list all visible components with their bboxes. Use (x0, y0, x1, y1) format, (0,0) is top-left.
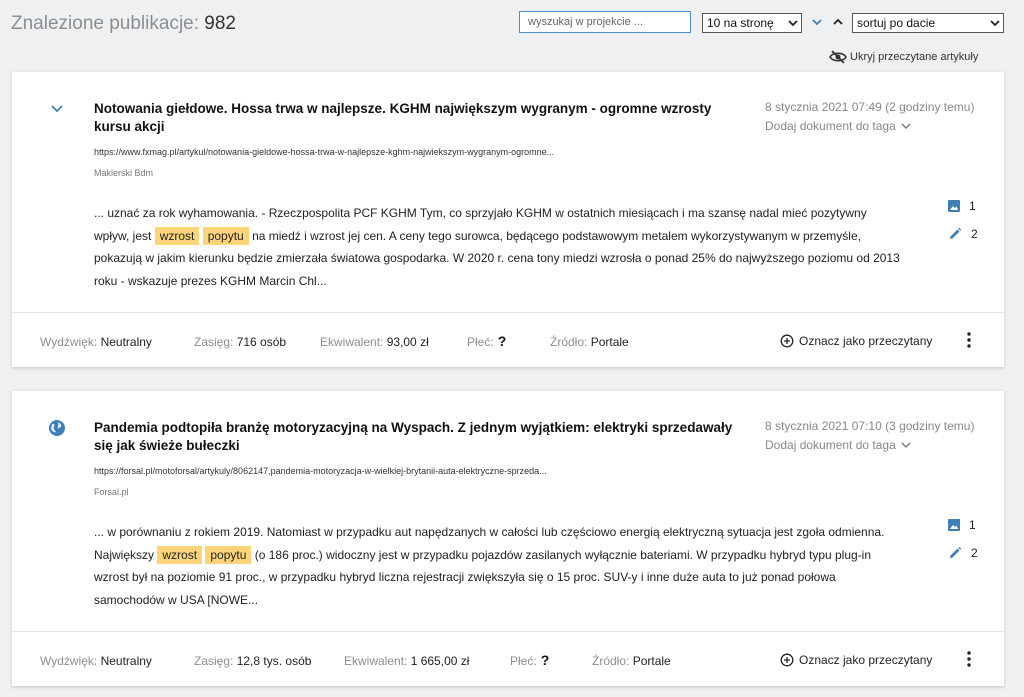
plus-circle-icon (780, 334, 794, 348)
sort-value: sortuj po dacie (857, 16, 936, 30)
source-type: Źródło: Portale (592, 654, 671, 668)
chevron-down-icon (901, 123, 911, 129)
eye-off-icon (829, 50, 847, 64)
images-count[interactable]: 1 (948, 518, 976, 532)
image-icon (948, 200, 960, 212)
add-to-tag-label: Dodaj dokument do taga (765, 119, 896, 133)
gender-label: Płeć: (467, 335, 494, 349)
pen-icon (950, 227, 962, 239)
notes-count-value: 2 (971, 546, 978, 560)
gender: Płeć:? (467, 333, 506, 349)
hide-read-label: Ukryj przeczytane artykuły (850, 51, 979, 63)
card-footer: Wydźwięk: Neutralny Zasięg: 12,8 tys. os… (12, 632, 1004, 686)
per-page-select[interactable]: 10 na stronę (702, 13, 802, 33)
article-url[interactable]: https://forsal.pl/motoforsal/artykuly/80… (94, 466, 547, 476)
globe-icon (49, 420, 65, 436)
gender: Płeć:? (510, 652, 549, 668)
article-source: Maklerski Bdm (94, 168, 154, 178)
add-to-tag-dropdown[interactable]: Dodaj dokument do taga (765, 119, 911, 133)
sentiment-label: Wydźwięk: (40, 335, 98, 349)
image-icon (948, 519, 960, 531)
mark-as-read-button[interactable]: Oznacz jako przeczytany (780, 653, 932, 667)
images-count-value: 1 (969, 518, 976, 532)
sort-ascending-icon[interactable] (831, 13, 845, 31)
chevron-down-icon (990, 20, 1000, 27)
highlight-keyword: popytu (202, 226, 249, 245)
mark-as-read-button[interactable]: Oznacz jako przeczytany (780, 334, 932, 348)
notes-count-value: 2 (971, 227, 978, 241)
reach: Zasięg: 12,8 tys. osób (194, 654, 311, 668)
card-footer: Wydźwięk: Neutralny Zasięg: 716 osób Ekw… (12, 313, 1004, 367)
article-snippet: ... w porównaniu z rokiem 2019. Natomias… (94, 521, 904, 611)
search-input[interactable] (519, 11, 691, 33)
reach: Zasięg: 716 osób (194, 335, 286, 349)
expand-chevron-icon[interactable] (50, 102, 64, 116)
equivalent-label: Ekwiwalent: (344, 654, 408, 668)
add-to-tag-dropdown[interactable]: Dodaj dokument do taga (765, 438, 911, 452)
equivalent: Ekwiwalent: 93,00 zł (320, 335, 429, 349)
article-card: Notowania giełdowe. Hossa trwa w najleps… (12, 72, 1004, 367)
more-vertical-icon[interactable] (964, 331, 974, 349)
images-count[interactable]: 1 (948, 199, 976, 213)
results-number: 982 (204, 13, 236, 34)
sentiment: Wydźwięk: Neutralny (40, 335, 152, 349)
article-date: 8 stycznia 2021 07:10 (3 godziny temu) (765, 419, 975, 433)
sentiment-label: Wydźwięk: (40, 654, 98, 668)
sentiment-value: Neutralny (100, 335, 152, 349)
reach-value: 12,8 tys. osób (236, 654, 312, 668)
per-page-value: 10 na stronę (707, 16, 774, 30)
article-source: Forsal.pl (94, 487, 129, 497)
article-date: 8 stycznia 2021 07:49 (2 godziny temu) (765, 100, 975, 114)
source-type-value: Portale (632, 654, 671, 668)
reach-value: 716 osób (236, 335, 287, 349)
results-count: Znalezione publikacje: 982 (11, 13, 236, 35)
results-label: Znalezione publikacje: (11, 13, 200, 34)
article-url[interactable]: https://www.fxmag.pl/artykul/notowania-g… (94, 147, 554, 157)
gender-label: Płeć: (510, 654, 537, 668)
sort-select[interactable]: sortuj po dacie (852, 13, 1004, 33)
mark-as-read-label: Oznacz jako przeczytany (799, 334, 933, 348)
reach-label: Zasięg: (194, 654, 234, 668)
chevron-down-icon (788, 20, 798, 27)
equivalent-value: 93,00 zł (386, 335, 429, 349)
chevron-down-icon (901, 442, 911, 448)
equivalent: Ekwiwalent: 1 665,00 zł (344, 654, 469, 668)
notes-count[interactable]: 2 (948, 546, 978, 560)
gender-value: ? (540, 652, 550, 668)
pen-icon (950, 546, 962, 558)
highlight-keyword: wzrost (157, 545, 203, 564)
highlight-keyword: wzrost (154, 226, 200, 245)
mark-as-read-label: Oznacz jako przeczytany (799, 653, 933, 667)
notes-count[interactable]: 2 (948, 227, 978, 241)
equivalent-value: 1 665,00 zł (410, 654, 470, 668)
gender-value: ? (497, 333, 507, 349)
plus-circle-icon (780, 653, 794, 667)
add-to-tag-label: Dodaj dokument do taga (765, 438, 896, 452)
source-type-value: Portale (590, 335, 629, 349)
hide-read-toggle[interactable]: Ukryj przeczytane artykuły (829, 50, 978, 64)
source-type-label: Źródło: (592, 654, 630, 668)
article-title[interactable]: Pandemia podtopiła branżę motoryzacyjną … (94, 419, 744, 455)
sentiment-value: Neutralny (100, 654, 152, 668)
top-toolbar: Znalezione publikacje: 982 10 na stronę … (0, 0, 1024, 72)
source-type: Źródło: Portale (550, 335, 629, 349)
source-type-label: Źródło: (550, 335, 588, 349)
article-card: Pandemia podtopiła branżę motoryzacyjną … (12, 391, 1004, 686)
article-snippet: ... uznać za rok wyhamowania. - Rzeczpos… (94, 202, 904, 292)
more-vertical-icon[interactable] (964, 650, 974, 668)
images-count-value: 1 (969, 199, 976, 213)
sort-descending-icon[interactable] (810, 13, 824, 31)
article-title[interactable]: Notowania giełdowe. Hossa trwa w najleps… (94, 100, 744, 136)
equivalent-label: Ekwiwalent: (320, 335, 384, 349)
reach-label: Zasięg: (194, 335, 234, 349)
sentiment: Wydźwięk: Neutralny (40, 654, 152, 668)
highlight-keyword: popytu (205, 545, 252, 564)
